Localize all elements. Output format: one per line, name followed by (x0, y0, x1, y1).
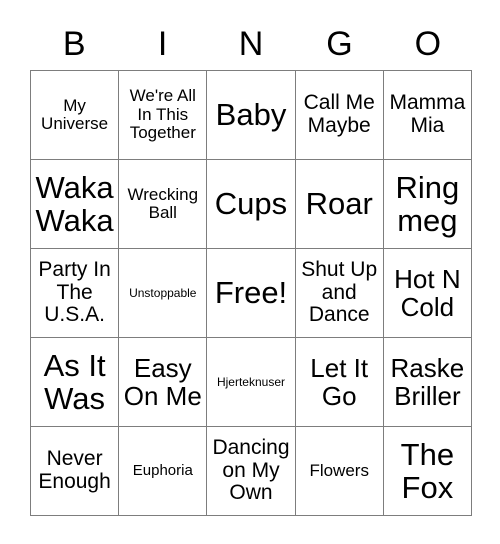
bingo-cell-label: Mamma Mia (389, 91, 466, 137)
bingo-cell-label: Wrecking Ball (127, 184, 199, 222)
bingo-cell-r5c5[interactable]: The Fox (383, 427, 472, 516)
bingo-cell-r2c3[interactable]: Cups (207, 160, 296, 249)
bingo-cell-label: Unstoppable (129, 285, 197, 300)
bingo-card: B I N G O My Universe We're All In This T… (0, 0, 500, 544)
bingo-cell-r3c2[interactable]: Unstoppable (119, 249, 208, 338)
bingo-cell-r2c2[interactable]: Wrecking Ball (119, 160, 208, 249)
bingo-cell-r3c1[interactable]: Party In The U.S.A. (31, 249, 120, 338)
bingo-cell-label: Ring meg (395, 169, 460, 238)
bingo-cell-label: Party In The U.S.A. (38, 257, 111, 327)
header-letter-i: I (157, 25, 168, 63)
bingo-cell-r3c5[interactable]: Hot N Cold (383, 249, 472, 338)
bingo-cell-label: My Universe (41, 95, 109, 133)
bingo-cell-label: Easy On Me (123, 352, 202, 411)
bingo-cell-label: Call Me Maybe (303, 91, 375, 137)
bingo-cell-r1c3[interactable]: Baby (207, 71, 296, 160)
bingo-cell-label: Shut Up and Dance (301, 257, 378, 327)
bingo-cell-label: Hjerteknuser (216, 374, 285, 389)
bingo-cell-label: Let It Go (310, 352, 369, 411)
bingo-cell-label: The Fox (400, 436, 455, 505)
header-letter-g: G (326, 25, 353, 63)
bingo-cell-r5c1[interactable]: Never Enough (31, 427, 120, 516)
bingo-cell-r3c4[interactable]: Shut Up and Dance (295, 249, 384, 338)
header-letter-n: N (238, 25, 264, 63)
bingo-cell-r4c3[interactable]: Hjerteknuser (207, 338, 296, 427)
bingo-cell-r1c5[interactable]: Mamma Mia (383, 71, 472, 160)
bingo-cell-r1c2[interactable]: We're All In This Together (119, 71, 208, 160)
bingo-cell-r1c4[interactable]: Call Me Maybe (295, 71, 384, 160)
bingo-cell-r4c5[interactable]: Raske Briller (383, 338, 472, 427)
bingo-cell-label: Baby (215, 97, 287, 133)
bingo-cell-label: Free! (214, 275, 288, 311)
bingo-cell-r1c1[interactable]: My Universe (31, 71, 120, 160)
bingo-cell-r2c5[interactable]: Ring meg (383, 160, 472, 249)
bingo-cell-label: Hot N Cold (394, 263, 461, 322)
bingo-cell-label: As It Was (43, 347, 106, 416)
bingo-cell-r4c4[interactable]: Let It Go (295, 338, 384, 427)
bingo-cell-r5c3[interactable]: Dancing on My Own (207, 427, 296, 516)
bingo-cell-r5c4[interactable]: Flowers (295, 427, 384, 516)
bingo-cell-r5c2[interactable]: Euphoria (119, 427, 208, 516)
header-letter-b: B (62, 25, 86, 63)
bingo-cell-r3c3[interactable]: Free! (207, 249, 296, 338)
bingo-cell-label: Flowers (309, 460, 369, 480)
bingo-cell-r4c1[interactable]: As It Was (31, 338, 120, 427)
header-letter-o: O (414, 25, 442, 63)
bingo-cell-label: Never Enough (38, 447, 111, 493)
bingo-grid: My Universe We're All In This Together Bab… (30, 70, 472, 516)
bingo-cell-label: Dancing on My Own (212, 435, 290, 505)
bingo-cell-label: Euphoria (132, 461, 193, 479)
bingo-cell-label: Cups (214, 186, 288, 222)
bingo-cell-label: Raske Briller (390, 352, 465, 411)
bingo-cell-r4c2[interactable]: Easy On Me (119, 338, 208, 427)
bingo-cell-r2c4[interactable]: Roar (295, 160, 384, 249)
bingo-cell-label: Roar (305, 186, 373, 222)
bingo-cell-label: Waka Waka (35, 169, 114, 238)
bingo-cell-r2c1[interactable]: Waka Waka (31, 160, 120, 249)
bingo-cell-label: We're All In This Together (129, 86, 196, 143)
bingo-header: B I N G O (30, 18, 472, 70)
